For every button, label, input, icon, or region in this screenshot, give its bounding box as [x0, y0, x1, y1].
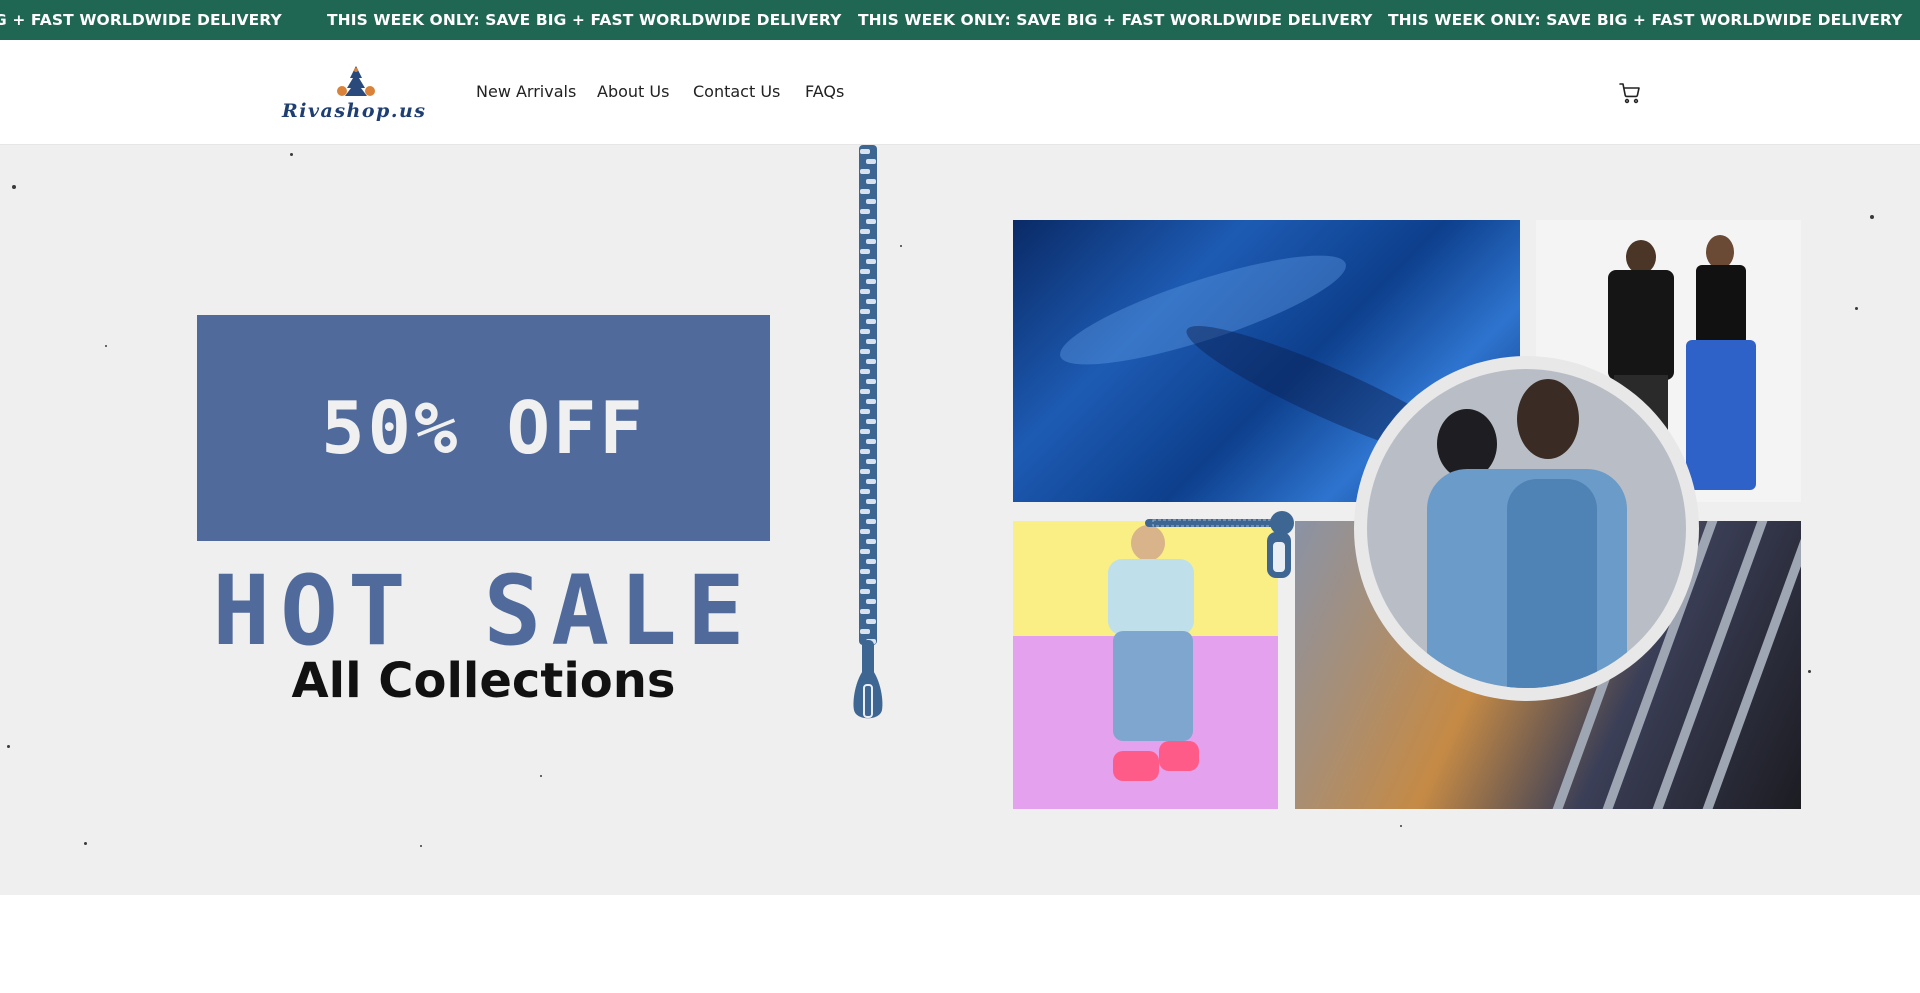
nav-contact-us[interactable]: Contact Us: [693, 82, 780, 101]
hero-banner[interactable]: 50% OFF HOT SALE All Collections: [0, 145, 1920, 895]
zipper-decoration-icon: [853, 145, 883, 719]
texture-speck: [1808, 670, 1811, 673]
texture-speck: [105, 345, 107, 347]
zipper-pull-icon: [1145, 511, 1294, 578]
texture-speck: [7, 745, 10, 748]
announcement-bar: G + FAST WORLDWIDE DELIVERY THIS WEEK ON…: [0, 0, 1920, 40]
cart-button[interactable]: [1618, 81, 1642, 105]
cart-icon: [1619, 83, 1640, 104]
announcement-text: THIS WEEK ONLY: SAVE BIG + FAST WORLDWID…: [1388, 11, 1903, 29]
texture-speck: [290, 153, 293, 156]
denim-models-image: [1354, 356, 1699, 701]
texture-speck: [1400, 825, 1402, 827]
nav-faqs[interactable]: FAQs: [805, 82, 844, 101]
texture-speck: [420, 845, 422, 847]
texture-speck: [1870, 215, 1874, 219]
logo-text: Rivashop.us: [282, 100, 427, 122]
discount-banner: 50% OFF: [197, 315, 770, 541]
texture-speck: [12, 185, 16, 189]
logo-emblem-icon: [337, 66, 375, 96]
discount-text: 50% OFF: [321, 386, 646, 470]
texture-speck: [84, 842, 87, 845]
announcement-text: G + FAST WORLDWIDE DELIVERY: [0, 11, 282, 29]
site-logo[interactable]: Rivashop.us: [282, 64, 432, 124]
texture-speck: [540, 775, 542, 777]
nav-new-arrivals[interactable]: New Arrivals: [476, 82, 576, 101]
hero-headline: HOT SALE: [212, 555, 755, 667]
hero-subheadline: All Collections: [291, 653, 676, 709]
texture-speck: [900, 245, 902, 247]
texture-speck: [1855, 307, 1858, 310]
nav-about-us[interactable]: About Us: [597, 82, 669, 101]
announcement-text: THIS WEEK ONLY: SAVE BIG + FAST WORLDWID…: [858, 11, 1373, 29]
announcement-text: THIS WEEK ONLY: SAVE BIG + FAST WORLDWID…: [327, 11, 842, 29]
site-header: Rivashop.us New Arrivals About Us Contac…: [0, 40, 1920, 145]
